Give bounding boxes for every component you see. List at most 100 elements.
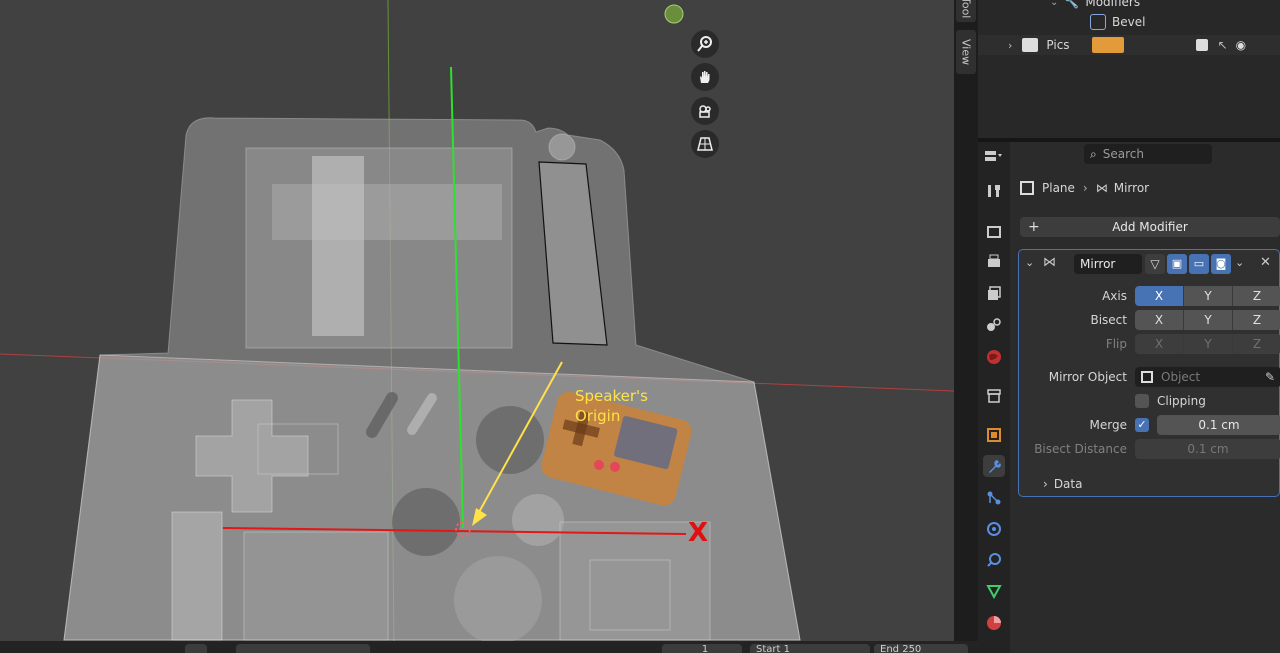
clipping-checkbox[interactable]: Clipping: [1135, 391, 1206, 411]
start-label: Start: [756, 644, 781, 653]
object-small-icon: [1020, 181, 1034, 195]
bisect-z-toggle[interactable]: Z: [1233, 310, 1280, 330]
clipping-label: Clipping: [1157, 394, 1206, 408]
collection-tab-icon[interactable]: [983, 385, 1005, 407]
outliner: ⌄ 🔧 Modifiers Bevel › Pics ↖ ◉: [978, 0, 1280, 138]
mirror-object-field[interactable]: Object ✎: [1135, 367, 1280, 387]
output-icon[interactable]: [983, 250, 1005, 272]
bisect-distance-label: Bisect Distance: [1034, 442, 1127, 456]
edit-mode-icon[interactable]: ▣: [1167, 254, 1187, 274]
tab-view[interactable]: View: [956, 30, 976, 74]
data-label: Data: [1053, 477, 1083, 491]
end-label: End: [880, 644, 900, 653]
chevron-down-icon[interactable]: ⌄: [1025, 256, 1034, 269]
eye-icon[interactable]: ◉: [1236, 38, 1246, 52]
annotation-line-2: Origin: [575, 407, 621, 425]
checkbox-unchecked-icon[interactable]: [1135, 394, 1149, 408]
image-objects-icon: [1091, 37, 1124, 53]
render-icon[interactable]: [983, 220, 1005, 242]
zoom-icon[interactable]: [691, 30, 719, 58]
3d-viewport[interactable]: Speaker's Origin X: [0, 0, 954, 653]
realtime-display-icon[interactable]: ▭: [1189, 254, 1209, 274]
chevron-down-icon[interactable]: ⌄: [1050, 0, 1058, 8]
eyedropper-icon[interactable]: ✎: [1265, 370, 1275, 384]
outliner-row-modifiers[interactable]: ⌄ 🔧 Modifiers: [978, 0, 1280, 12]
camera-icon[interactable]: [691, 97, 719, 125]
hand-pan-icon[interactable]: [691, 63, 719, 91]
chevron-right-icon[interactable]: ›: [1008, 39, 1012, 52]
axis-label: Axis: [1102, 289, 1127, 303]
modifier-name: Mirror: [1080, 257, 1116, 271]
bisect-distance-field[interactable]: 0.1 cm: [1135, 439, 1280, 459]
axis-toggle-group: X Y Z: [1135, 286, 1280, 306]
constraints-icon[interactable]: [983, 549, 1005, 571]
chevron-right-icon: ›: [1043, 477, 1048, 491]
modifier-wrench-icon[interactable]: [983, 455, 1005, 477]
merge-label: Merge: [1089, 418, 1127, 432]
on-cage-icon[interactable]: ▽: [1145, 254, 1165, 274]
select-arrow-icon[interactable]: ↖: [1218, 38, 1228, 52]
modifier-name-field[interactable]: Mirror: [1074, 254, 1142, 274]
modifier-toggles: ▽ ▣ ▭ ◙: [1145, 254, 1231, 274]
editor-type-icon[interactable]: [983, 145, 1005, 167]
properties-editor: ⌕ Search Plane › ⋈ Mirror + Add Modifier…: [978, 142, 1280, 653]
particles-icon[interactable]: [983, 487, 1005, 509]
axis-y-toggle[interactable]: Y: [1184, 286, 1233, 306]
bisect-x-toggle[interactable]: X: [1135, 310, 1184, 330]
flip-x-toggle[interactable]: X: [1135, 334, 1184, 354]
bisect-y-toggle[interactable]: Y: [1184, 310, 1233, 330]
sidebar-tabs: Tool View: [954, 0, 978, 653]
chevron-right-icon: ›: [1082, 181, 1088, 195]
mirror-modifier-icon: ⋈: [1043, 255, 1056, 270]
outliner-row-pics[interactable]: › Pics ↖ ◉: [978, 35, 1280, 55]
bevel-modifier-icon: [1090, 14, 1106, 30]
current-frame-field[interactable]: 1: [662, 644, 742, 653]
physics-icon[interactable]: [983, 518, 1005, 540]
object-icon[interactable]: [983, 424, 1005, 446]
end-value: 250: [902, 644, 922, 653]
grid-perspective-icon[interactable]: [691, 130, 719, 158]
viewport-scene: [0, 0, 954, 653]
mirror-modifier-icon: ⋈: [1095, 181, 1108, 195]
checkbox-icon[interactable]: [1195, 39, 1208, 51]
flip-z-toggle[interactable]: Z: [1233, 334, 1280, 354]
close-icon[interactable]: ✕: [1260, 255, 1271, 270]
axis-x-toggle[interactable]: X: [1135, 286, 1184, 306]
start-value: 1: [783, 644, 790, 653]
dropdown-chevron-icon[interactable]: ⌄: [1235, 256, 1244, 269]
top-bar: [272, 184, 502, 240]
scene-icon[interactable]: [983, 314, 1005, 336]
mirror-object-label: Mirror Object: [1048, 370, 1127, 384]
end-frame-field[interactable]: End 250: [874, 644, 968, 653]
flip-label: Flip: [1105, 337, 1127, 351]
breadcrumb-object: Plane: [1042, 181, 1075, 195]
playback-controls[interactable]: [236, 644, 370, 653]
blender-window: Speaker's Origin X Tool View ⌄ 🔧 Modifie…: [0, 0, 1280, 653]
outliner-row-bevel[interactable]: Bevel: [978, 12, 1280, 32]
tab-tool-label: Tool: [959, 0, 973, 19]
wrench-icon: 🔧: [1064, 0, 1080, 9]
axis-z-toggle[interactable]: Z: [1233, 286, 1280, 306]
flip-y-toggle[interactable]: Y: [1184, 334, 1233, 354]
plus-icon: +: [1028, 219, 1040, 235]
merge-checkbox-checked-icon[interactable]: ✓: [1135, 418, 1149, 432]
timeline-dropdown[interactable]: [185, 644, 207, 653]
breadcrumb: Plane › ⋈ Mirror: [1020, 178, 1149, 198]
collection-icon: [1022, 38, 1039, 52]
data-subpanel-header[interactable]: › Data: [1043, 474, 1082, 494]
tool-icon[interactable]: [983, 180, 1005, 202]
material-icon[interactable]: [983, 612, 1005, 634]
merge-distance-field[interactable]: 0.1 cm: [1157, 415, 1280, 435]
world-icon[interactable]: [983, 346, 1005, 368]
start-frame-field[interactable]: Start 1: [750, 644, 870, 653]
view-layer-icon[interactable]: [983, 282, 1005, 304]
tab-tool[interactable]: Tool: [956, 0, 976, 22]
add-modifier-button[interactable]: + Add Modifier: [1020, 217, 1280, 237]
search-input[interactable]: ⌕ Search: [1084, 144, 1212, 164]
data-mesh-icon[interactable]: [983, 580, 1005, 602]
x-axis-label: X: [688, 518, 709, 548]
flip-toggle-group: X Y Z: [1135, 334, 1280, 354]
render-camera-icon[interactable]: ◙: [1211, 254, 1231, 274]
breadcrumb-modifier: Mirror: [1113, 181, 1150, 195]
search-placeholder: Search: [1102, 147, 1144, 161]
